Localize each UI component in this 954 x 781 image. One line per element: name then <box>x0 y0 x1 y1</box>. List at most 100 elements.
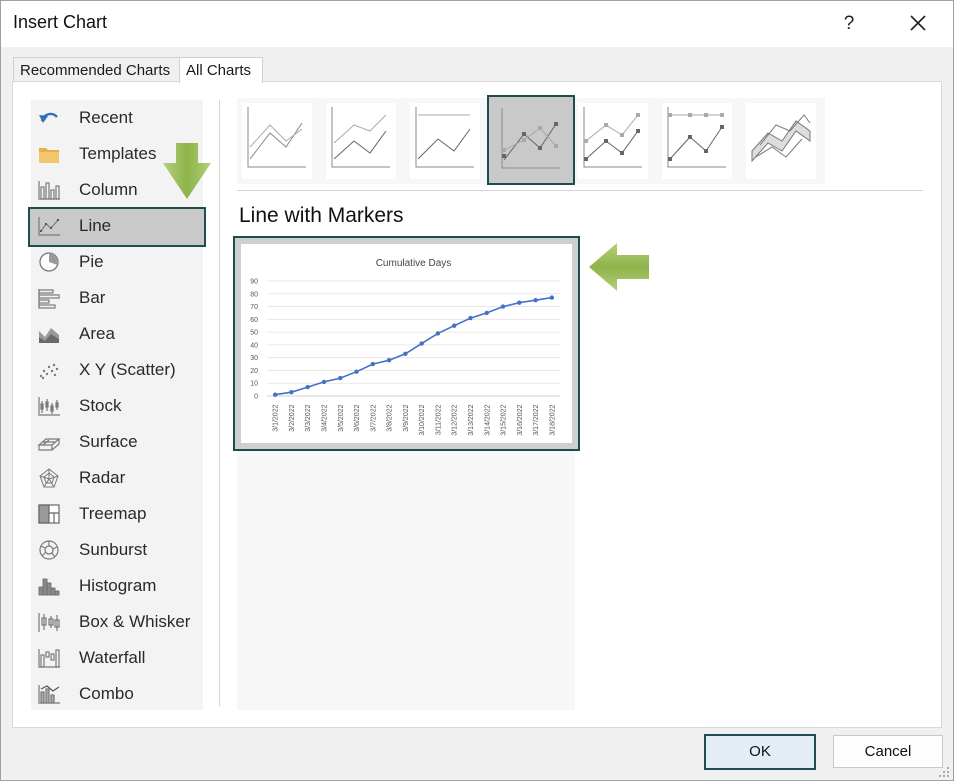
stacked-line-with-markers-thumbnail-icon <box>583 107 642 168</box>
y-tick-label: 80 <box>250 291 258 298</box>
pie-chart-icon <box>37 251 61 273</box>
sidebar-item-label: Histogram <box>79 576 157 595</box>
x-tick-label: 3/13/2022 <box>468 404 475 435</box>
y-tick-label: 50 <box>250 330 258 337</box>
x-tick-label: 3/5/2022 <box>338 404 345 431</box>
all-charts-panel: Recent Templates Column Line Pie Bar Area X Y (… <box>12 81 942 728</box>
data-point <box>435 331 441 336</box>
sidebar-item-combo[interactable]: Combo <box>31 676 203 712</box>
data-point <box>321 379 327 385</box>
data-point <box>403 351 408 357</box>
data-point <box>289 389 294 395</box>
column-chart-icon <box>37 179 61 201</box>
tab-all-charts[interactable]: All Charts <box>179 57 263 83</box>
subtype-line-with-markers[interactable] <box>487 95 575 185</box>
subtype-stacked-line-with-markers[interactable] <box>578 103 648 179</box>
data-point <box>370 361 376 367</box>
y-tick-label: 30 <box>250 355 258 362</box>
data-point <box>305 384 310 390</box>
box-whisker-chart-icon <box>37 611 61 633</box>
area-chart-icon <box>37 323 61 345</box>
subtype-100-stacked-line-with-markers[interactable] <box>662 103 732 179</box>
bar-chart-icon <box>37 287 61 309</box>
sidebar-item-histogram[interactable]: Histogram <box>31 568 203 604</box>
x-tick-label: 3/9/2022 <box>403 404 410 431</box>
subtype-3d-line[interactable] <box>746 103 816 179</box>
surface-chart-icon <box>37 431 61 453</box>
subtype-100-stacked-line[interactable] <box>410 103 480 179</box>
subtype-stacked-line[interactable] <box>326 103 396 179</box>
chart-subtype-gallery <box>237 95 825 185</box>
x-tick-label: 3/14/2022 <box>484 404 491 435</box>
x-tick-label: 3/7/2022 <box>370 404 377 431</box>
chart-preview-inner: Cumulative Days 0 10 20 30 40 50 60 70 80 90 3/1/20… <box>241 244 572 443</box>
help-button[interactable]: ? <box>831 7 867 41</box>
100-stacked-line-with-markers-thumbnail-icon <box>667 107 726 168</box>
sidebar-item-label: Stock <box>79 396 122 415</box>
scatter-chart-icon <box>37 359 61 381</box>
title-bar: Insert Chart ? <box>1 1 953 47</box>
3d-line-thumbnail-icon <box>751 114 811 163</box>
preview-blank-area <box>237 450 575 710</box>
combo-chart-icon <box>37 683 61 705</box>
y-tick-label: 90 <box>250 279 258 286</box>
close-button[interactable] <box>899 7 937 41</box>
callout-arrow-left-icon <box>589 243 649 291</box>
y-tick-label: 10 <box>250 381 258 388</box>
line-chart-icon <box>37 215 61 237</box>
data-point <box>468 315 473 321</box>
subtype-line[interactable] <box>242 103 312 179</box>
insert-chart-dialog: Insert Chart ? Recommended Charts All Ch… <box>0 0 954 781</box>
data-point <box>386 358 392 363</box>
x-tick-label: 3/1/2022 <box>273 404 280 431</box>
waterfall-chart-icon <box>37 647 61 669</box>
sidebar-item-recent[interactable]: Recent <box>31 100 203 136</box>
ok-button[interactable]: OK <box>704 734 816 770</box>
sidebar-item-label: Bar <box>79 288 106 307</box>
sidebar-item-bar[interactable]: Bar <box>31 280 203 316</box>
gallery-divider <box>237 190 923 191</box>
resize-grip-icon[interactable] <box>937 765 951 779</box>
sidebar-item-label: X Y (Scatter) <box>79 360 176 379</box>
sidebar-item-pie[interactable]: Pie <box>31 244 203 280</box>
sidebar-item-label: Templates <box>79 144 157 163</box>
sidebar-item-label: Surface <box>79 432 138 451</box>
tab-recommended-charts[interactable]: Recommended Charts <box>13 57 185 82</box>
sidebar-item-label: Column <box>79 180 138 199</box>
sidebar-item-box-whisker[interactable]: Box & Whisker <box>31 604 203 640</box>
sidebar-item-stock[interactable]: Stock <box>31 388 203 424</box>
sidebar-item-label: Waterfall <box>79 648 146 667</box>
subtype-title: Line with Markers <box>239 204 404 227</box>
y-tick-label: 20 <box>250 368 258 375</box>
x-tick-label: 3/18/2022 <box>549 404 556 435</box>
histogram-chart-icon <box>37 575 61 597</box>
stock-chart-icon <box>37 395 61 417</box>
data-point <box>484 310 489 316</box>
sidebar-item-waterfall[interactable]: Waterfall <box>31 640 203 676</box>
callout-arrow-down-icon <box>163 143 211 199</box>
radar-chart-icon <box>37 467 61 489</box>
sidebar-item-sunburst[interactable]: Sunburst <box>31 532 203 568</box>
chart-preview[interactable]: Cumulative Days 0 10 20 30 40 50 60 70 80 90 3/1/20… <box>233 236 580 451</box>
x-tick-label: 3/16/2022 <box>517 404 524 435</box>
sidebar-item-line[interactable]: Line <box>28 207 206 247</box>
sidebar-item-label: Combo <box>79 684 134 703</box>
sidebar-item-surface[interactable]: Surface <box>31 424 203 460</box>
chart-title: Cumulative Days <box>376 258 452 269</box>
series-line <box>274 296 553 396</box>
cancel-button[interactable]: Cancel <box>833 735 943 768</box>
x-tick-label: 3/11/2022 <box>435 404 442 435</box>
y-tick-label: 70 <box>250 304 258 311</box>
sidebar-item-label: Line <box>79 216 112 235</box>
x-tick-label: 3/4/2022 <box>321 404 328 431</box>
sunburst-chart-icon <box>37 539 61 561</box>
y-tick-label: 40 <box>250 342 258 349</box>
x-tick-label: 3/6/2022 <box>354 404 361 431</box>
100-stacked-line-thumbnail-icon <box>415 107 474 168</box>
sidebar-item-radar[interactable]: Radar <box>31 460 203 496</box>
sidebar-item-x-y-scatter[interactable]: X Y (Scatter) <box>31 352 203 388</box>
sidebar-item-label: Recent <box>79 108 133 127</box>
sidebar-item-area[interactable]: Area <box>31 316 203 352</box>
data-point <box>500 304 506 309</box>
sidebar-item-treemap[interactable]: Treemap <box>31 496 203 532</box>
